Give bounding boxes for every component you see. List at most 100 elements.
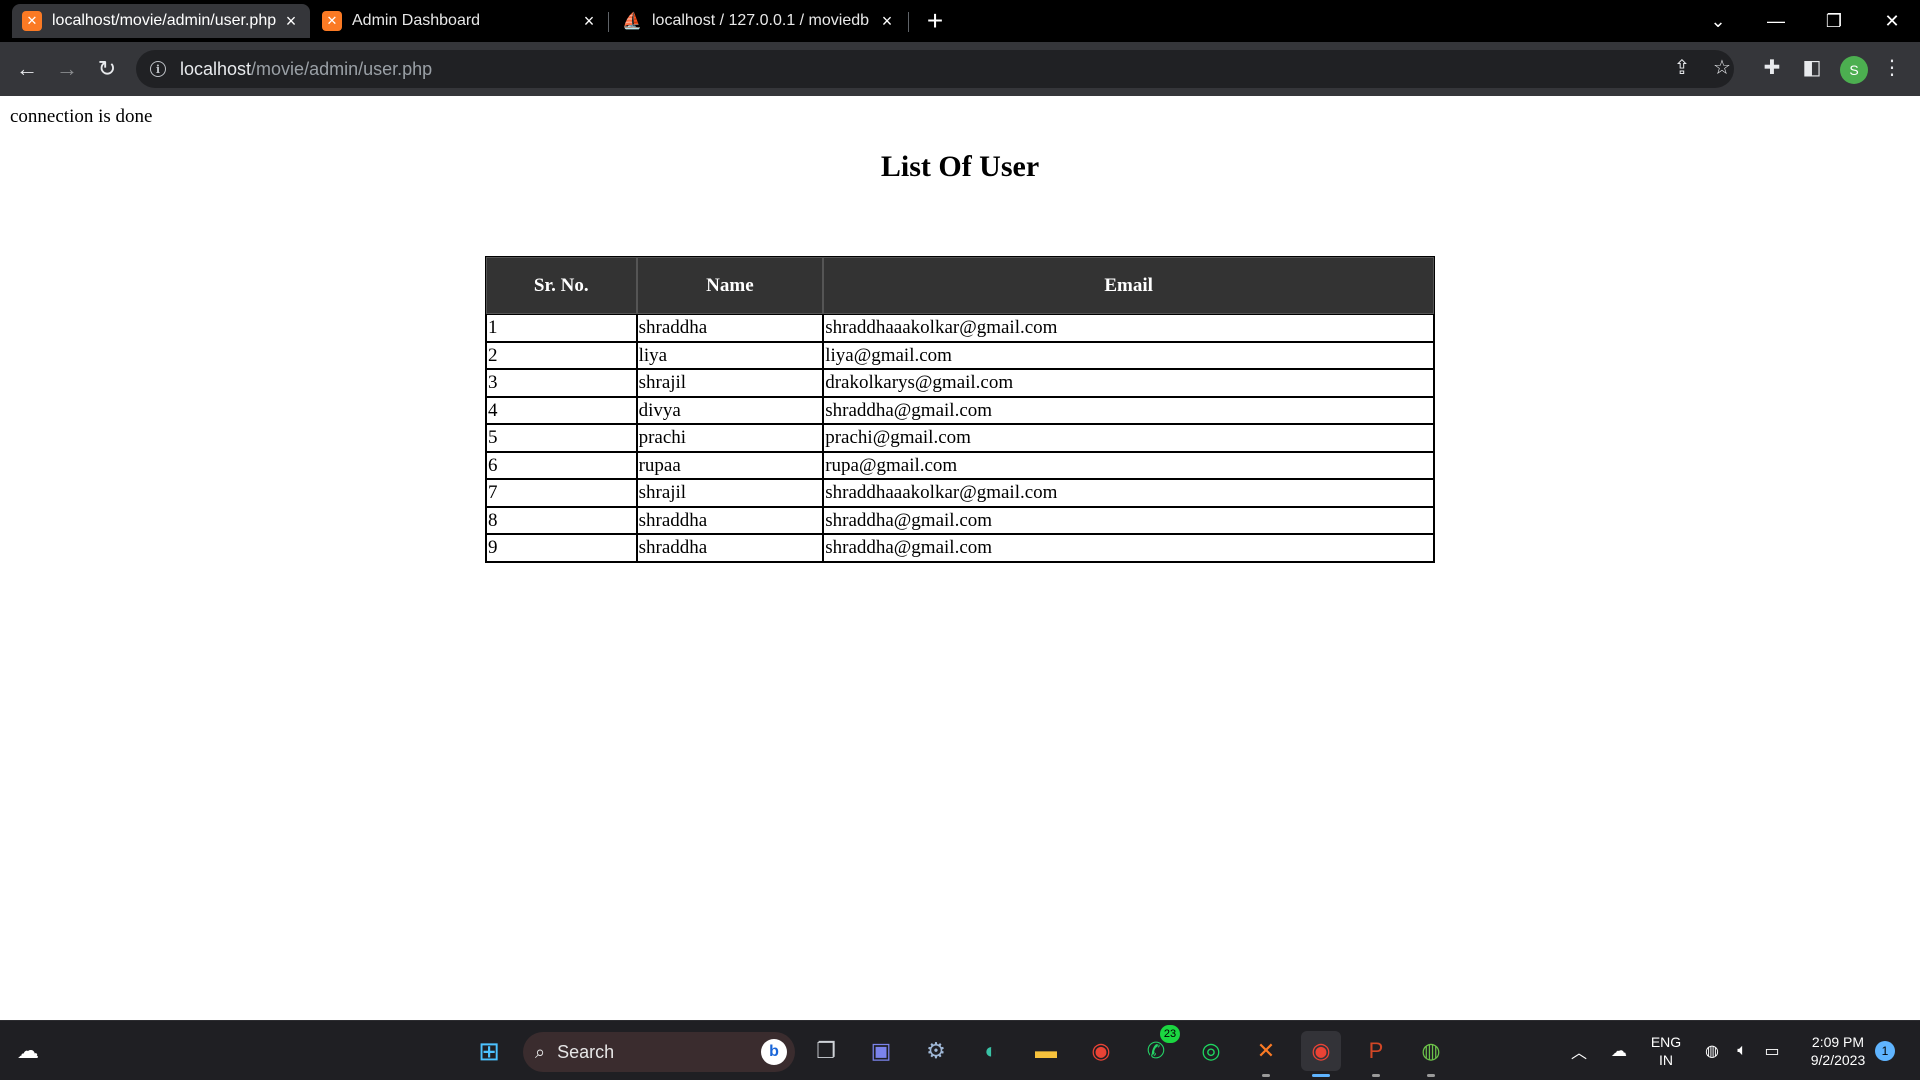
system-clock[interactable]: 2:09 PM 9/2/2023 [1796, 1033, 1880, 1069]
whatsapp-icon[interactable]: ✆ 23 [1136, 1025, 1180, 1071]
running-indicator [1427, 1074, 1435, 1077]
tab-separator [608, 12, 609, 32]
close-tab-icon[interactable]: × [580, 11, 598, 31]
bookmark-star-icon[interactable]: ☆ [1706, 51, 1738, 83]
task-view-icon[interactable]: ❐ [806, 1031, 846, 1071]
cell-sr-no: 6 [486, 451, 637, 479]
cell-name: divya [636, 396, 824, 424]
close-tab-icon[interactable]: × [282, 11, 300, 31]
tab-user-php[interactable]: ✕ localhost/movie/admin/user.php × [12, 4, 310, 38]
taskbar-search-box[interactable]: ⌕ Search b [523, 1032, 795, 1072]
language-code: ENG [1650, 1034, 1682, 1050]
tab-admin-dashboard[interactable]: ✕ Admin Dashboard × [312, 4, 608, 38]
notification-badge[interactable]: 1 [1875, 1041, 1895, 1061]
file-explorer-icon[interactable]: ▬ [1026, 1031, 1066, 1071]
search-label: Search [557, 1041, 615, 1062]
header-email: Email [823, 257, 1434, 314]
side-panel-icon[interactable]: ◧ [1796, 51, 1828, 83]
cell-name: shraddha [636, 506, 824, 534]
header-name: Name [636, 257, 824, 314]
page-title: List Of User [880, 150, 1040, 183]
users-table: Sr. No. Name Email 1 shraddha shraddhaaa… [485, 256, 1435, 563]
cell-name: shrajil [636, 479, 824, 507]
cell-sr-no: 1 [486, 314, 637, 342]
active-indicator [1312, 1074, 1330, 1077]
address-bar[interactable]: i localhost/movie/admin/user.php [136, 50, 1734, 88]
network-globe-icon[interactable]: ◍ [1700, 1021, 1724, 1080]
xampp-icon[interactable]: ✕ [1246, 1031, 1286, 1077]
table-row: 6 rupaa rupa@gmail.com [486, 451, 1434, 479]
tab-title: localhost/movie/admin/user.php [52, 12, 276, 29]
settings-gear-icon[interactable]: ⚙ [916, 1031, 956, 1071]
cell-email: shraddhaaakolkar@gmail.com [823, 314, 1434, 342]
clock-time: 2:09 PM [1811, 1034, 1865, 1050]
table-row: 4 divya shraddha@gmail.com [486, 396, 1434, 424]
running-indicator [1262, 1074, 1270, 1077]
xampp-icon: ✕ [322, 11, 342, 31]
cell-sr-no: 3 [486, 369, 637, 397]
minimize-button[interactable]: — [1748, 0, 1804, 42]
powerpoint-icon[interactable]: P [1356, 1031, 1396, 1077]
extensions-icon[interactable]: ✚ [1756, 51, 1788, 83]
forward-button[interactable]: → [52, 54, 82, 84]
site-info-icon[interactable]: i [150, 61, 166, 77]
close-tab-icon[interactable]: × [878, 11, 896, 31]
table-header-row: Sr. No. Name Email [486, 257, 1434, 314]
tab-phpmyadmin[interactable]: ⛵ localhost / 127.0.0.1 / moviedb / × [612, 4, 906, 38]
share-icon[interactable]: ⇪ [1666, 51, 1698, 83]
cell-email: prachi@gmail.com [823, 424, 1434, 452]
show-hidden-icons-chevron-icon[interactable]: ︿ [1566, 1021, 1592, 1080]
tab-search-icon[interactable]: ⌄ [1690, 0, 1746, 42]
language-indicator[interactable]: ENG IN [1646, 1033, 1686, 1069]
browser-tab-strip: ✕ localhost/movie/admin/user.php × ✕ Adm… [0, 0, 1920, 42]
url-path: /movie/admin/user.php [251, 58, 433, 79]
profile-avatar[interactable]: S [1840, 56, 1868, 84]
cell-sr-no: 2 [486, 341, 637, 369]
page-content: connection is done List Of User Sr. No. … [0, 96, 1920, 1020]
region-code: IN [1659, 1052, 1673, 1068]
weather-widget-icon[interactable]: ☁ [8, 1031, 48, 1071]
chrome-active-icon[interactable]: ◉ [1301, 1031, 1341, 1077]
cell-name: prachi [636, 424, 824, 452]
windows-taskbar: ☁ ⊞ ⌕ Search b ❐ ▣ ⚙ ◐ ▬ ◉ ✆ 23 ◎ ✕ ◉ P … [0, 1020, 1920, 1080]
start-windows-icon[interactable]: ⊞ [469, 1031, 509, 1071]
table-row: 5 prachi prachi@gmail.com [486, 424, 1434, 452]
tab-title: localhost / 127.0.0.1 / moviedb / [652, 12, 872, 29]
reload-button[interactable]: ↻ [92, 54, 122, 84]
cell-sr-no: 9 [486, 534, 637, 562]
menu-kebab-icon[interactable]: ⋮ [1876, 51, 1908, 83]
chrome-icon[interactable]: ◉ [1081, 1031, 1121, 1071]
search-icon: ⌕ [535, 1041, 546, 1062]
edge-browser-icon[interactable]: ◐ [971, 1031, 1011, 1071]
cell-name: shraddha [636, 534, 824, 562]
cell-email: drakolkarys@gmail.com [823, 369, 1434, 397]
app-icon-green[interactable]: ◍ [1411, 1031, 1451, 1077]
tab-title: Admin Dashboard [352, 12, 481, 29]
table-row: 7 shrajil shraddhaaakolkar@gmail.com [486, 479, 1434, 507]
phpmyadmin-icon: ⛵ [622, 13, 642, 30]
xampp-icon: ✕ [22, 11, 42, 31]
back-button[interactable]: ← [12, 54, 42, 84]
cell-email: shraddha@gmail.com [823, 396, 1434, 424]
url-host: localhost [180, 58, 252, 79]
bing-icon[interactable]: b [761, 1039, 787, 1065]
table-row: 2 liya liya@gmail.com [486, 341, 1434, 369]
cell-sr-no: 7 [486, 479, 637, 507]
url-text[interactable]: localhost/movie/admin/user.php [180, 59, 432, 80]
teams-chat-icon[interactable]: ▣ [861, 1031, 901, 1071]
cell-name: rupaa [636, 451, 824, 479]
new-tab-button[interactable]: + [920, 5, 950, 36]
cell-sr-no: 5 [486, 424, 637, 452]
close-window-button[interactable]: ✕ [1864, 0, 1920, 42]
cell-email: shraddha@gmail.com [823, 506, 1434, 534]
battery-icon[interactable]: ▭ [1760, 1021, 1784, 1080]
cell-email: shraddha@gmail.com [823, 534, 1434, 562]
cell-email: shraddhaaakolkar@gmail.com [823, 479, 1434, 507]
tab-separator [908, 12, 909, 32]
onedrive-icon[interactable]: ☁ [1606, 1021, 1632, 1080]
volume-icon[interactable]: 🔈︎ [1730, 1021, 1754, 1080]
cell-name: liya [636, 341, 824, 369]
restore-button[interactable]: ❐ [1806, 0, 1862, 42]
spotify-icon[interactable]: ◎ [1191, 1031, 1231, 1071]
clock-date: 9/2/2023 [1810, 1052, 1866, 1068]
